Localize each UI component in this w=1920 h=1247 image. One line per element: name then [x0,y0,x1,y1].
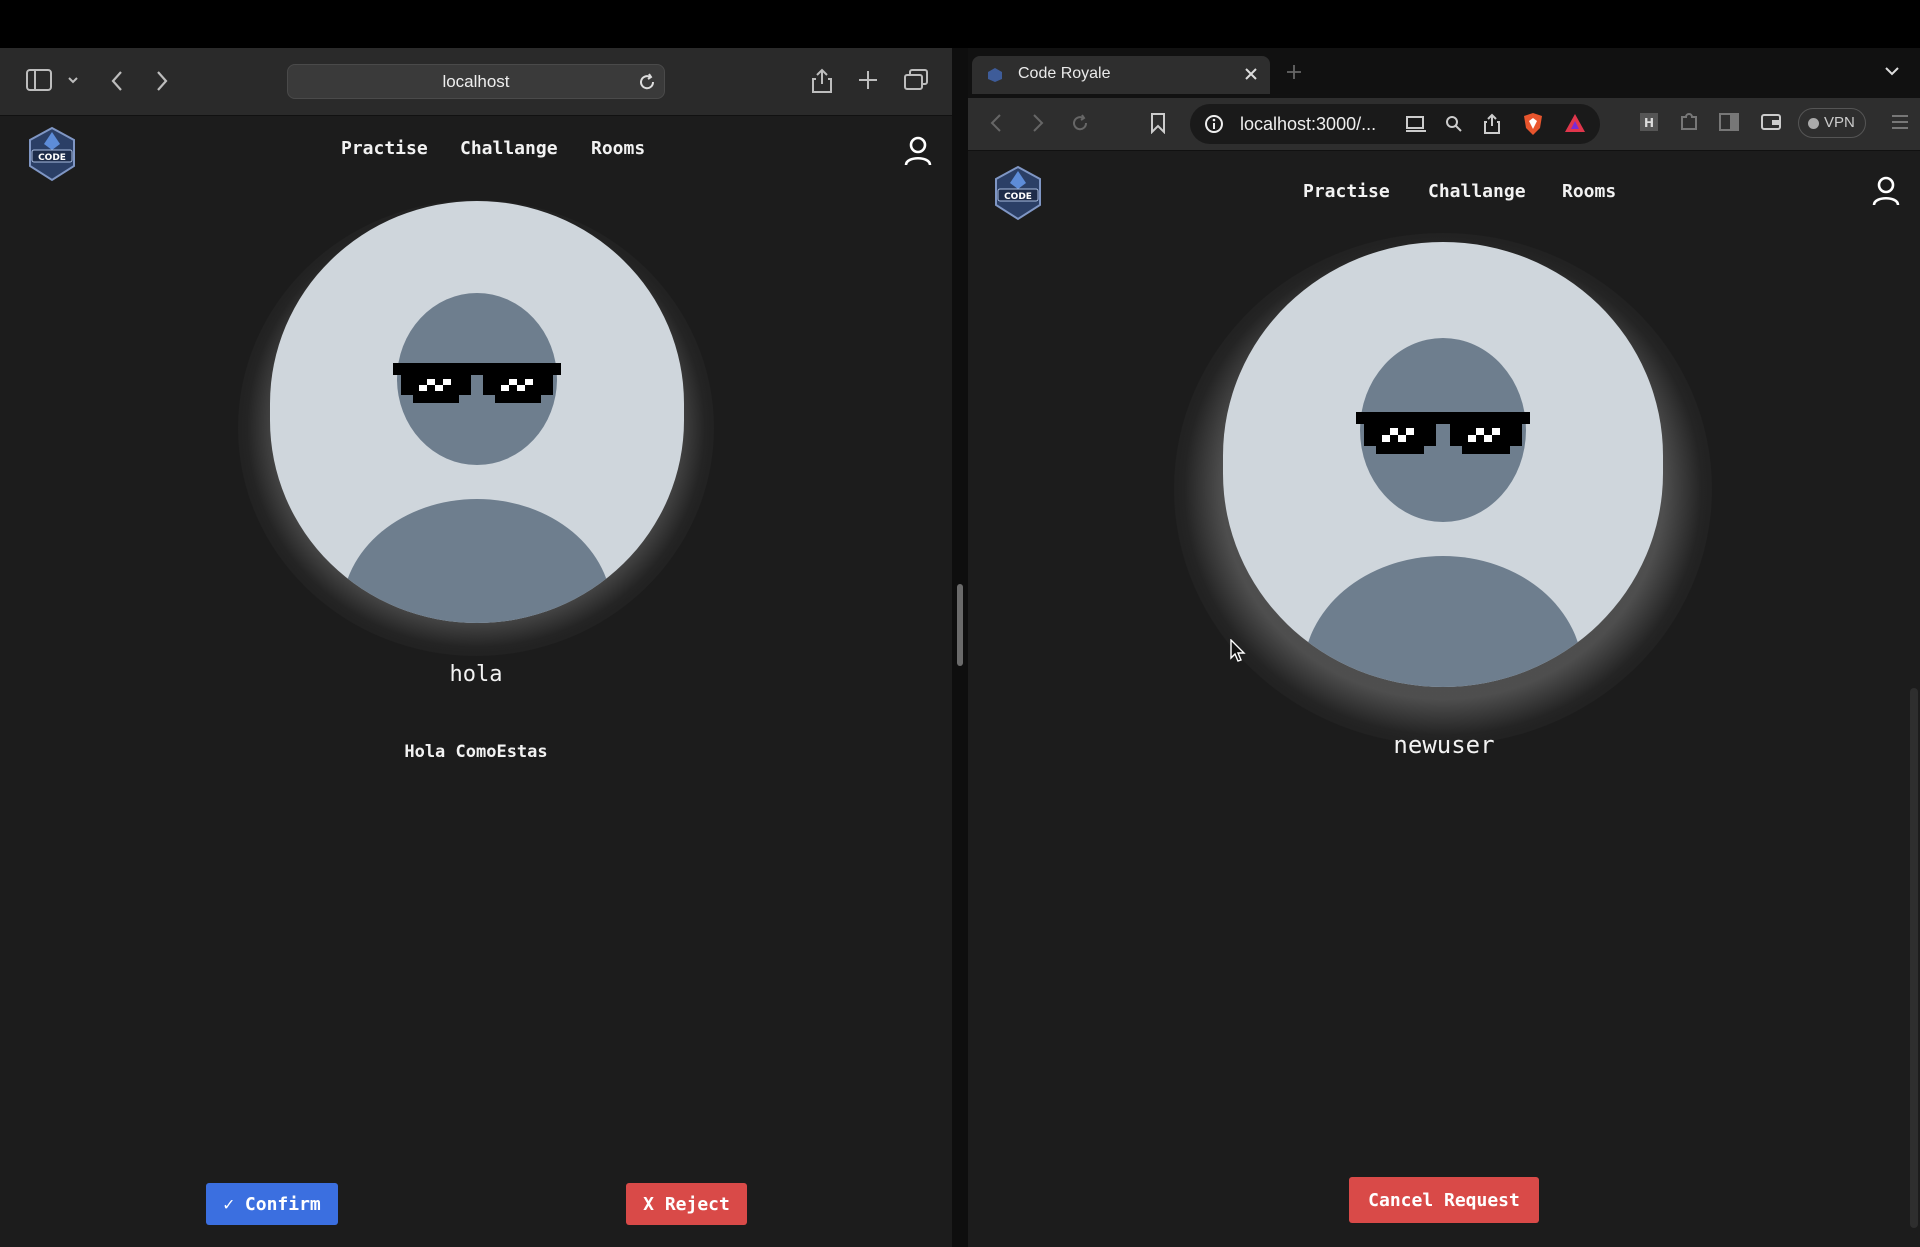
sidebar-icon[interactable] [1718,112,1740,132]
extension-icon[interactable]: H [1638,111,1660,133]
nav-rooms[interactable]: Rooms [1562,181,1616,202]
nav-challange[interactable]: Challange [460,138,558,159]
site-info-icon[interactable] [1204,114,1224,134]
forward-icon[interactable] [1032,113,1044,133]
left-browser-window: localhost CODE Practise Challange Rooms … [0,48,952,1247]
close-tab-icon[interactable] [1244,67,1258,81]
address-bar[interactable]: localhost:3000/... [1190,104,1600,144]
nav-practise[interactable]: Practise [341,138,428,159]
left-page-content: CODE Practise Challange Rooms hola Hola … [0,116,952,1247]
nav-rooms[interactable]: Rooms [591,138,645,159]
code-royale-logo[interactable]: CODE [990,165,1046,221]
tab-title: Code Royale [1018,65,1111,82]
page-scrollbar[interactable] [1910,688,1918,1228]
sidebar-toggle-icon[interactable] [26,69,52,91]
brave-rewards-icon[interactable] [1564,113,1586,133]
back-icon[interactable] [990,113,1002,133]
reload-icon[interactable] [1070,113,1090,133]
vpn-label: VPN [1824,114,1855,131]
share-icon[interactable] [811,68,833,94]
chevron-down-icon[interactable] [67,75,79,85]
split-view-resize-handle[interactable] [957,584,963,666]
code-royale-logo[interactable]: CODE [24,126,80,182]
user-profile-icon[interactable] [1872,176,1900,206]
bookmark-icon[interactable] [1150,112,1166,134]
avatar [270,201,684,623]
left-browser-toolbar: localhost [0,48,952,116]
address-url: localhost [442,72,510,91]
profile-username: newuser [1393,731,1495,759]
logo-text: CODE [1004,192,1032,202]
reject-button[interactable]: X Reject [626,1183,747,1225]
profile-bio: Hola ComoEstas [404,742,548,762]
menu-icon[interactable] [1890,114,1910,130]
logo-text: CODE [38,153,66,163]
tab-list-chevron-icon[interactable] [1884,66,1900,76]
tab-favicon-icon [986,67,1004,83]
cancel-request-button[interactable]: Cancel Request [1349,1177,1539,1223]
address-bar[interactable]: localhost [287,64,665,99]
user-profile-icon[interactable] [904,136,932,166]
svg-text:H: H [1644,116,1654,130]
browser-navbar: localhost:3000/... H VPN [968,98,1920,151]
confirm-button[interactable]: ✓ Confirm [206,1183,338,1225]
tab-bar: Code Royale [968,48,1920,98]
right-page-content: CODE Practise Challange Rooms newuser [968,151,1920,1247]
vpn-status-dot [1808,118,1819,129]
new-tab-icon[interactable] [858,70,878,90]
zoom-icon[interactable] [1445,115,1463,133]
address-url: localhost:3000/... [1240,114,1377,134]
tab-overview-icon[interactable] [904,69,928,91]
reload-icon[interactable] [638,73,656,91]
avatar [1223,242,1663,687]
right-browser-window: Code Royale localhost:3000/... H VPN COD… [968,48,1920,1247]
nav-practise[interactable]: Practise [1303,181,1390,202]
share-icon[interactable] [1483,113,1501,135]
wallet-icon[interactable] [1760,112,1782,132]
profile-username: hola [449,662,503,687]
tab-code-royale[interactable]: Code Royale [972,56,1270,94]
puzzle-extensions-icon[interactable] [1678,111,1700,133]
cast-icon[interactable] [1405,115,1427,133]
nav-challange[interactable]: Challange [1428,181,1526,202]
new-tab-icon[interactable] [1286,64,1302,80]
vpn-button[interactable]: VPN [1798,108,1866,138]
forward-icon[interactable] [155,70,169,92]
back-icon[interactable] [110,70,124,92]
brave-shields-icon[interactable] [1522,112,1544,136]
mouse-cursor-icon [1230,639,1246,663]
